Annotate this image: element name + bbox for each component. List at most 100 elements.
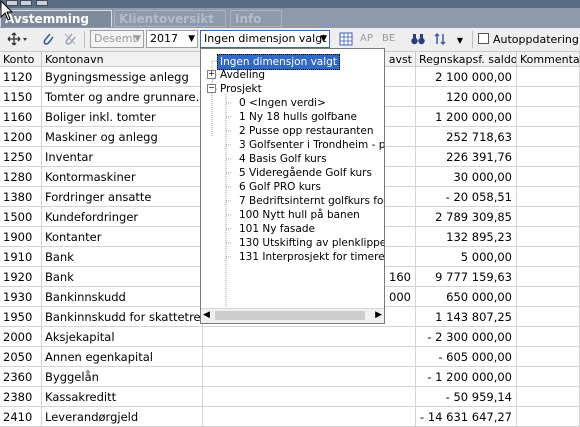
cell-saldo[interactable]: - 20 058,51 — [416, 187, 517, 207]
table-row[interactable]: 2050 Annen egenkapital - 605 000,00 — [0, 347, 580, 367]
scrollbar-thumb[interactable] — [215, 311, 365, 320]
cell-konto[interactable]: 1930 — [0, 287, 42, 307]
cell-komm[interactable] — [517, 87, 580, 107]
cell-navn[interactable]: Kundefordringer — [42, 207, 203, 227]
cell-saldo[interactable]: 132 895,23 — [416, 227, 517, 247]
tree-node-project[interactable]: 7 Bedriftsinternt golfkurs for Acc — [239, 194, 384, 208]
table-row[interactable]: 2380 Kassakreditt - 50 959,14 — [0, 387, 580, 407]
tree-node-project[interactable]: 100 Nytt hull på banen — [239, 208, 360, 222]
tree-node-project[interactable]: 6 Golf PRO kurs — [239, 180, 321, 194]
cell-konto[interactable]: 1380 — [0, 187, 42, 207]
cell-navn[interactable]: Fordringer ansatte — [42, 187, 203, 207]
ap-button[interactable]: AP — [360, 33, 373, 44]
dimension-select[interactable]: Ingen dimensjon valgt ▼ — [200, 30, 330, 48]
tab-info[interactable]: Info — [230, 10, 282, 27]
year-select[interactable]: 2017 ▼ — [146, 30, 198, 48]
tree-node-project[interactable]: 101 Ny fasade — [239, 222, 315, 236]
cell-saldo[interactable]: 226 391,76 — [416, 147, 517, 167]
column-header-saldo[interactable]: Regnskapsf. saldo — [416, 52, 517, 67]
cell-komm[interactable] — [517, 267, 580, 287]
column-header-konto[interactable]: Konto — [0, 52, 42, 67]
tree-node-project[interactable]: 131 Interprosjekt for timeregistr — [239, 250, 384, 264]
binoculars-icon[interactable] — [410, 31, 426, 47]
cell-komm[interactable] — [517, 127, 580, 147]
cell-saldo[interactable]: - 14 631 647,27 — [416, 407, 517, 427]
cell-konto[interactable]: 1200 — [0, 127, 42, 147]
tree-node-project[interactable]: 1 Ny 18 hulls golfbane — [239, 110, 357, 124]
cell-konto[interactable]: 1910 — [0, 247, 42, 267]
cell-saldo[interactable]: 5 000,00 — [416, 247, 517, 267]
cell-konto[interactable]: 2410 — [0, 407, 42, 427]
cell-avst[interactable] — [203, 347, 416, 367]
cell-konto[interactable]: 1160 — [0, 107, 42, 127]
cell-komm[interactable] — [517, 247, 580, 267]
cell-konto[interactable]: 2380 — [0, 387, 42, 407]
autoupdate-checkbox[interactable] — [478, 33, 489, 44]
cell-komm[interactable] — [517, 107, 580, 127]
cell-avst[interactable] — [203, 387, 416, 407]
cell-konto[interactable]: 1900 — [0, 227, 42, 247]
cell-komm[interactable] — [517, 207, 580, 227]
attachment-icon[interactable] — [40, 31, 56, 47]
cell-komm[interactable] — [517, 307, 580, 327]
cell-saldo[interactable]: - 1 200 000,00 — [416, 367, 517, 387]
table-row[interactable]: 2000 Aksjekapital - 2 300 000,00 — [0, 327, 580, 347]
table-row[interactable]: 2410 Leverandørgjeld - 14 631 647,27 — [0, 407, 580, 427]
cell-saldo[interactable]: 1 200 000,00 — [416, 107, 517, 127]
column-header-kontonavn[interactable]: Kontonavn — [42, 52, 203, 67]
cell-navn[interactable]: Kontormaskiner — [42, 167, 203, 187]
cell-komm[interactable] — [517, 147, 580, 167]
top-button-3[interactable] — [36, 0, 48, 6]
cell-navn[interactable]: Bankinnskudd — [42, 287, 203, 307]
cell-konto[interactable]: 2050 — [0, 347, 42, 367]
cell-navn[interactable]: Bygningsmessige anlegg — [42, 67, 203, 87]
cell-navn[interactable]: Annen egenkapital — [42, 347, 203, 367]
top-button-2[interactable] — [20, 0, 32, 6]
cell-avst[interactable] — [203, 407, 416, 427]
tree-node-prosjekt[interactable]: Prosjekt — [220, 82, 262, 96]
cell-saldo[interactable]: 2 789 309,85 — [416, 207, 517, 227]
navigate-arrows-icon[interactable] — [6, 31, 28, 47]
tree-node-project[interactable]: 5 Videregående Golf kurs — [239, 166, 372, 180]
cell-navn[interactable]: Maskiner og anlegg — [42, 127, 203, 147]
cell-konto[interactable]: 1920 — [0, 267, 42, 287]
calculator-icon[interactable] — [338, 31, 354, 47]
tree-node-project[interactable]: 2 Pusse opp restauranten — [239, 124, 374, 138]
cell-komm[interactable] — [517, 67, 580, 87]
cell-konto[interactable]: 1950 — [0, 307, 42, 327]
expand-plus-icon[interactable]: + — [207, 70, 216, 79]
tree-node-avdeling[interactable]: Avdeling — [220, 68, 265, 82]
cell-navn[interactable]: Kassakreditt — [42, 387, 203, 407]
cell-navn[interactable]: Aksjekapital — [42, 327, 203, 347]
cell-saldo[interactable]: - 605 000,00 — [416, 347, 517, 367]
tree-node-project[interactable]: 0 <Ingen verdi> — [239, 96, 326, 110]
cell-komm[interactable] — [517, 387, 580, 407]
table-row[interactable]: 2360 Byggelån - 1 200 000,00 — [0, 367, 580, 387]
cell-komm[interactable] — [517, 187, 580, 207]
cell-navn[interactable]: Bank — [42, 267, 203, 287]
cell-navn[interactable]: Boliger inkl. tomter — [42, 107, 203, 127]
cell-komm[interactable] — [517, 227, 580, 247]
cell-navn[interactable]: Bankinnskudd for skattetrekk — [42, 307, 203, 327]
cell-saldo[interactable]: 30 000,00 — [416, 167, 517, 187]
cell-konto[interactable]: 1280 — [0, 167, 42, 187]
tree-node-project[interactable]: 3 Golfsenter i Trondheim - prosje — [239, 138, 384, 152]
dropdown-arrow-icon[interactable]: ▼ — [452, 31, 468, 47]
cell-saldo[interactable]: 120 000,00 — [416, 87, 517, 107]
cell-komm[interactable] — [517, 367, 580, 387]
cell-navn[interactable]: Bank — [42, 247, 203, 267]
cell-navn[interactable]: Kontanter — [42, 227, 203, 247]
cell-konto[interactable]: 2000 — [0, 327, 42, 347]
cell-konto[interactable]: 2360 — [0, 367, 42, 387]
cell-saldo[interactable]: - 50 959,14 — [416, 387, 517, 407]
cell-saldo[interactable]: 1 143 807,25 — [416, 307, 517, 327]
cell-komm[interactable] — [517, 327, 580, 347]
cell-avst[interactable] — [203, 367, 416, 387]
cell-konto[interactable]: 1120 — [0, 67, 42, 87]
cell-komm[interactable] — [517, 167, 580, 187]
cell-konto[interactable]: 1250 — [0, 147, 42, 167]
month-select[interactable]: Desemt ▼ — [90, 30, 144, 48]
cell-navn[interactable]: Tomter og andre grunnare... — [42, 87, 203, 107]
cell-konto[interactable]: 1500 — [0, 207, 42, 227]
tab-avstemming[interactable]: Avstemming — [0, 10, 112, 27]
